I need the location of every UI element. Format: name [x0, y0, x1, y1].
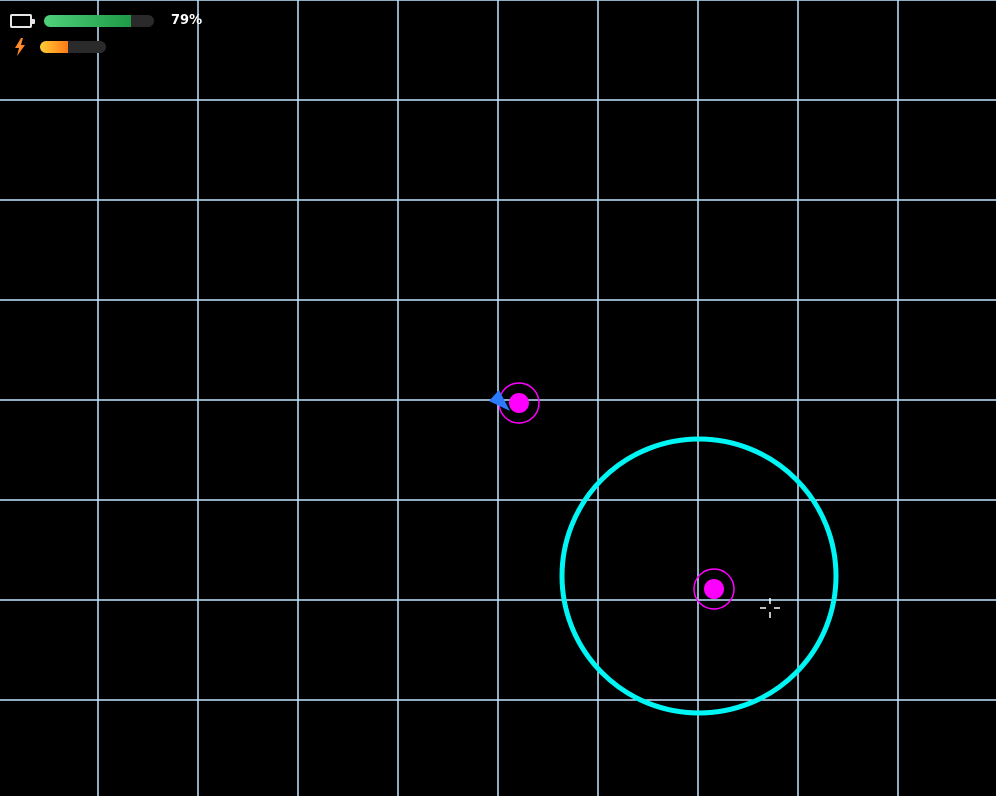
target-core	[704, 579, 724, 599]
battery-icon	[10, 13, 35, 28]
battery-hud: 79%	[10, 13, 202, 28]
lightning-bolt-icon	[15, 38, 25, 56]
battery-percent: 79%	[171, 13, 203, 28]
battery-bar-fill	[44, 14, 131, 27]
crosshair-icon	[760, 598, 780, 618]
playfield[interactable]	[0, 0, 996, 796]
battery-bar	[44, 14, 154, 27]
energy-hud	[14, 38, 106, 56]
target-core	[509, 393, 529, 413]
energy-bar-fill	[40, 41, 68, 53]
energy-bar	[40, 41, 106, 53]
target-2[interactable]	[693, 568, 735, 610]
game-stage[interactable]: 79%	[0, 0, 996, 796]
